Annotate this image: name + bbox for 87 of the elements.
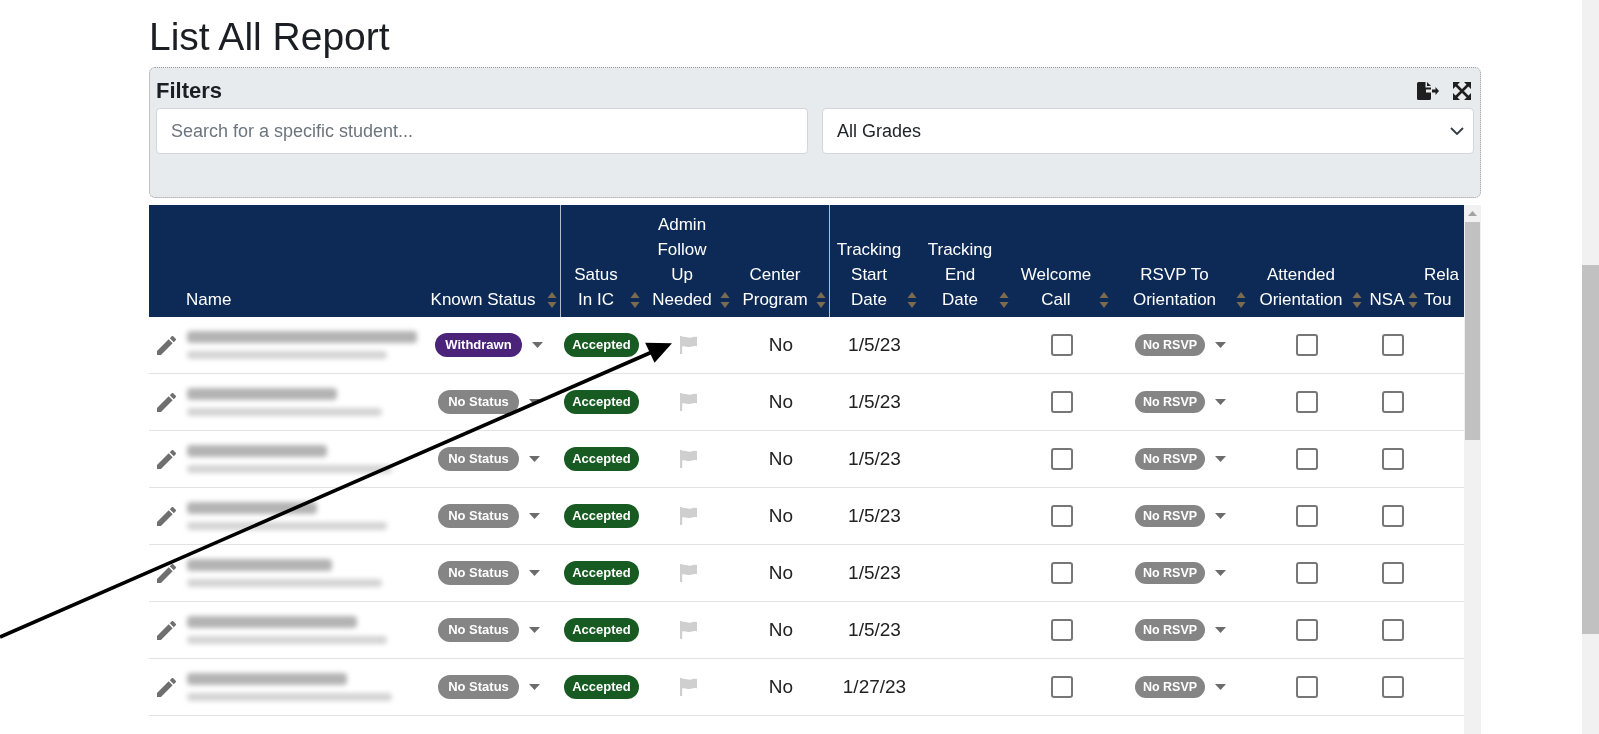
column-header[interactable]: NSA — [1369, 287, 1405, 312]
checkbox[interactable] — [1382, 334, 1404, 356]
status-badge[interactable]: No Status — [438, 447, 519, 471]
checkbox[interactable] — [1382, 676, 1404, 698]
grade-select[interactable]: All Grades — [822, 108, 1474, 154]
rsvp-badge[interactable]: No RSVP — [1134, 334, 1206, 356]
date-cell: 1/5/23 — [848, 619, 901, 641]
checkbox[interactable] — [1296, 505, 1318, 527]
file-export-icon[interactable] — [1417, 82, 1439, 100]
checkbox[interactable] — [1382, 562, 1404, 584]
checkbox[interactable] — [1296, 562, 1318, 584]
checkbox[interactable] — [1051, 448, 1073, 470]
column-header[interactable]: Tracking Start Date — [834, 237, 904, 312]
column-header[interactable]: Rela Tou — [1424, 262, 1464, 312]
checkbox[interactable] — [1382, 505, 1404, 527]
checkbox[interactable] — [1296, 448, 1318, 470]
table-cell: No — [768, 391, 794, 413]
ic-status-badge: Accepted — [564, 333, 639, 357]
checkbox[interactable] — [1382, 619, 1404, 641]
checkbox[interactable] — [1051, 676, 1073, 698]
status-badge[interactable]: Withdrawn — [435, 333, 522, 357]
rsvp-badge[interactable]: No RSVP — [1134, 391, 1206, 413]
ic-status-badge: Accepted — [564, 447, 639, 471]
expand-icon[interactable] — [1453, 82, 1471, 100]
date-cell: 1/27/23 — [842, 676, 907, 698]
date-cell: 1/5/23 — [848, 562, 901, 584]
search-field[interactable]: Search for a specific student... — [156, 108, 808, 154]
column-header[interactable]: RSVP To Orientation — [1119, 262, 1230, 312]
rsvp-badge[interactable]: No RSVP — [1134, 448, 1206, 470]
sort-icon[interactable] — [1099, 291, 1109, 309]
date-cell: 1/5/23 — [848, 334, 901, 356]
checkbox[interactable] — [1296, 334, 1318, 356]
checkbox[interactable] — [1051, 619, 1073, 641]
rsvp-badge[interactable]: No RSVP — [1134, 676, 1206, 698]
ic-status-badge: Accepted — [564, 675, 639, 699]
column-header[interactable]: Attended Orientation — [1253, 262, 1349, 312]
column-header[interactable]: Admin Follow Up Needed — [649, 212, 715, 312]
sort-icon[interactable] — [1236, 291, 1246, 309]
checkbox[interactable] — [1382, 448, 1404, 470]
ic-status-badge: Accepted — [564, 561, 639, 585]
sort-icon[interactable] — [720, 291, 730, 309]
column-header[interactable]: Known Status — [430, 287, 536, 312]
checkbox[interactable] — [1051, 505, 1073, 527]
date-cell: 1/5/23 — [848, 448, 901, 470]
sort-icon[interactable] — [907, 291, 917, 309]
column-header[interactable]: Name — [186, 287, 232, 312]
status-badge[interactable]: No Status — [438, 561, 519, 585]
checkbox[interactable] — [1296, 676, 1318, 698]
ic-status-badge: Accepted — [564, 504, 639, 528]
column-header[interactable]: Tracking End Date — [926, 237, 994, 312]
date-cell: 1/5/23 — [848, 391, 901, 413]
sort-icon[interactable] — [630, 291, 640, 309]
status-badge[interactable]: No Status — [438, 390, 519, 414]
checkbox[interactable] — [1382, 391, 1404, 413]
status-badge[interactable]: No Status — [438, 504, 519, 528]
sort-icon[interactable] — [816, 291, 826, 309]
rsvp-badge[interactable]: No RSVP — [1134, 562, 1206, 584]
checkbox[interactable] — [1051, 391, 1073, 413]
checkbox[interactable] — [1296, 391, 1318, 413]
chevron-down-icon — [1450, 127, 1464, 135]
table-cell: No — [768, 676, 794, 698]
ic-status-badge: Accepted — [564, 618, 639, 642]
table-cell: No — [768, 562, 794, 584]
sort-icon[interactable] — [1352, 291, 1362, 309]
date-cell: 1/5/23 — [848, 505, 901, 527]
checkbox[interactable] — [1051, 562, 1073, 584]
table-cell: No — [768, 505, 794, 527]
table-cell: No — [768, 619, 794, 641]
table-cell: No — [768, 448, 794, 470]
status-badge[interactable]: No Status — [438, 618, 519, 642]
scrollbar-thumb[interactable] — [1465, 222, 1480, 440]
ic-status-badge: Accepted — [564, 390, 639, 414]
status-badge[interactable]: No Status — [438, 675, 519, 699]
sort-icon[interactable] — [999, 291, 1009, 309]
scrollbar-thumb[interactable] — [1582, 265, 1599, 634]
sort-icon[interactable] — [547, 291, 557, 309]
sort-icon[interactable] — [1408, 291, 1418, 309]
filters-title: Filters — [156, 78, 223, 104]
checkbox[interactable] — [1051, 334, 1073, 356]
rsvp-badge[interactable]: No RSVP — [1134, 505, 1206, 527]
rsvp-badge[interactable]: No RSVP — [1134, 619, 1206, 641]
column-header[interactable]: Welcome Call — [1016, 262, 1096, 312]
column-header[interactable]: Satus In IC — [568, 262, 624, 312]
page-title: List All Report — [149, 14, 391, 60]
checkbox[interactable] — [1296, 619, 1318, 641]
table-cell: No — [768, 334, 794, 356]
column-header[interactable]: Center Program — [736, 262, 814, 312]
